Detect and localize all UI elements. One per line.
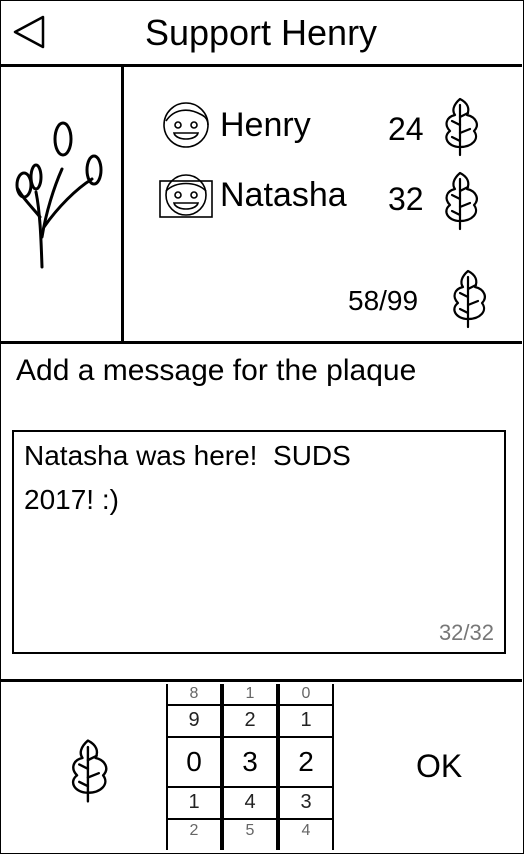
avatar-natasha-icon: [159, 174, 213, 218]
character-counter: 32/32: [438, 620, 494, 645]
picker-separator: [280, 736, 332, 738]
picker-separator: [224, 736, 276, 738]
picker-digit[interactable]: 3: [280, 791, 332, 814]
picker-digit[interactable]: 8: [168, 685, 220, 703]
leaf-icon: [445, 97, 478, 157]
supporter-count: 32: [388, 181, 424, 217]
picker-separator: [168, 786, 220, 788]
header: Support Henry: [0, 0, 522, 67]
picker-separator: [168, 818, 220, 820]
picker-digit[interactable]: 2: [224, 709, 276, 732]
message-text[interactable]: Natasha was here! SUDS 2017! :): [24, 434, 492, 522]
picker-separator: [280, 818, 332, 820]
panel-divider: [121, 67, 124, 341]
picker-digit-selected[interactable]: 2: [280, 746, 332, 778]
supporter-name: Henry: [220, 105, 311, 144]
picker-digit-selected[interactable]: 0: [168, 746, 220, 778]
support-panel: Henry 24 Natasha 32 58/99: [0, 67, 522, 344]
picker-column-ones[interactable]: 0 1 2 3 4: [278, 684, 334, 850]
section-divider: [0, 679, 522, 682]
picker-digit[interactable]: 9: [168, 709, 220, 732]
leaf-button-icon[interactable]: [64, 738, 114, 804]
picker-digit[interactable]: 1: [280, 709, 332, 732]
picker-separator: [280, 704, 332, 706]
picker-column-tens[interactable]: 1 2 3 4 5: [222, 684, 278, 850]
leaf-icon: [445, 171, 478, 231]
picker-digit[interactable]: 1: [168, 791, 220, 814]
picker-digit[interactable]: 2: [168, 822, 220, 840]
picker-separator: [168, 736, 220, 738]
picker-digit[interactable]: 4: [224, 791, 276, 814]
ok-button[interactable]: OK: [416, 748, 462, 785]
picker-digit[interactable]: 5: [224, 822, 276, 840]
message-label: Add a message for the plaque: [16, 354, 417, 387]
supporter-row-henry: Henry: [158, 101, 311, 149]
page-title: Support Henry: [144, 12, 378, 53]
picker-separator: [280, 786, 332, 788]
picker-digit-selected[interactable]: 3: [224, 746, 276, 778]
picker-digit[interactable]: 4: [280, 822, 332, 840]
picker-separator: [224, 704, 276, 706]
picker-separator: [224, 818, 276, 820]
sprout-icon: [15, 121, 103, 269]
supporter-count: 24: [388, 111, 424, 147]
avatar-henry-icon: [163, 102, 209, 148]
picker-separator: [168, 704, 220, 706]
supporter-name: Natasha: [220, 175, 347, 214]
picker-separator: [224, 786, 276, 788]
message-input[interactable]: Natasha was here! SUDS 2017! :) 32/32: [12, 430, 506, 654]
picker-digit[interactable]: 0: [280, 685, 332, 703]
supporter-row-natasha: Natasha: [158, 171, 347, 219]
picker-column-hundreds[interactable]: 8 9 0 1 2: [166, 684, 222, 850]
picker-digit[interactable]: 1: [224, 685, 276, 703]
leaf-icon: [453, 269, 486, 329]
support-total: 58/99: [348, 285, 419, 316]
number-picker[interactable]: 8 9 0 1 2 1 2 3 4 5 0 1 2 3 4: [166, 684, 334, 850]
